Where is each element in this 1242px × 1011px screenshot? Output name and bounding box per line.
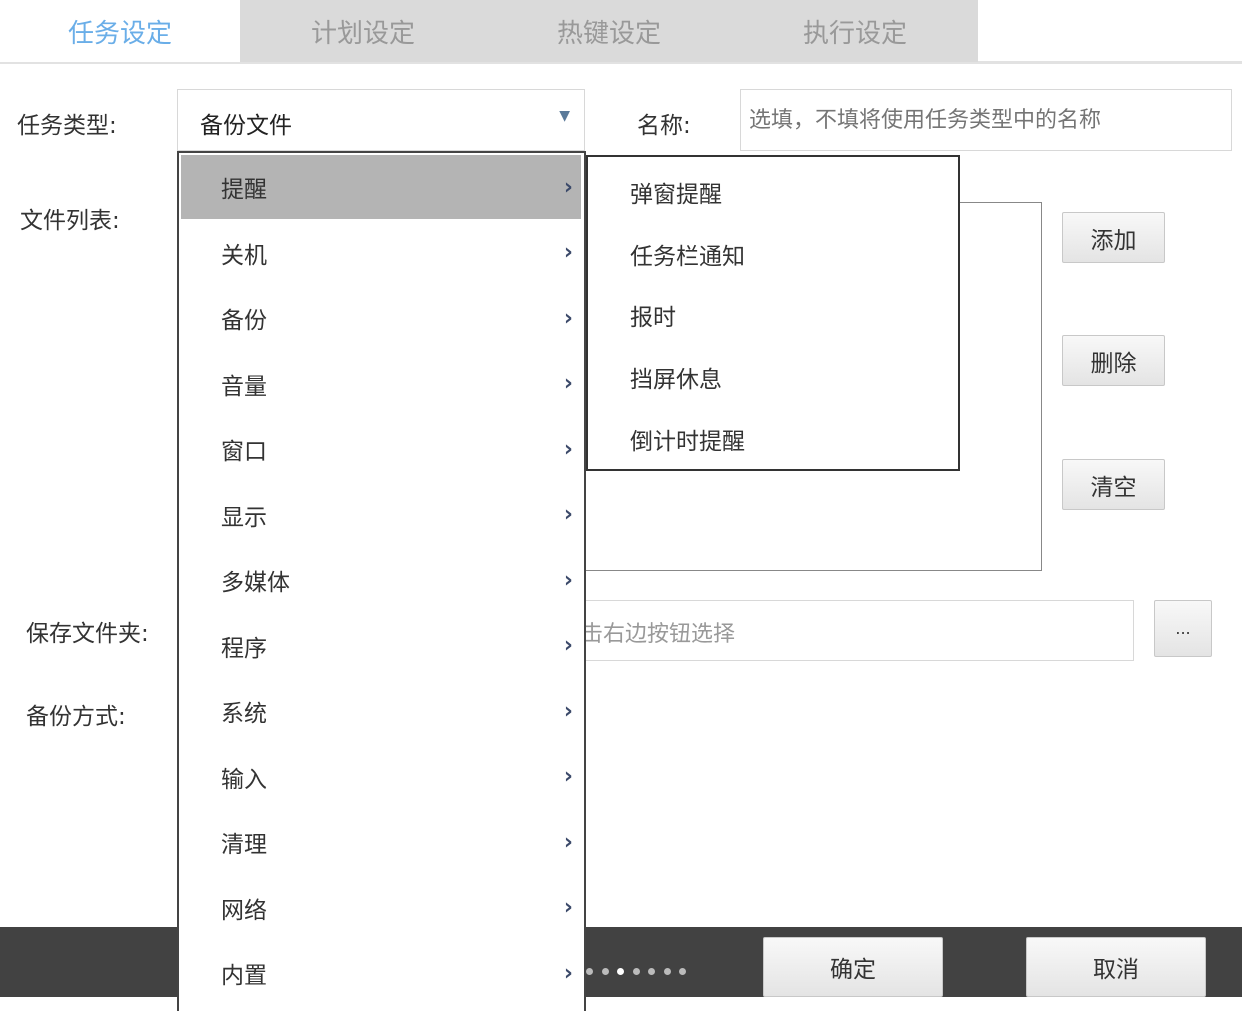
menu-item-label: 音量 <box>221 373 267 400</box>
menu-item-label: 关机 <box>221 242 267 269</box>
delete-button[interactable]: 删除 <box>1062 335 1165 386</box>
menu-item[interactable]: 显示 › <box>181 483 581 547</box>
chevron-right-icon: › <box>563 567 573 593</box>
page-dot[interactable] <box>586 968 593 975</box>
menu-item-label: 提醒 <box>221 177 267 203</box>
file-list-label: 文件列表: <box>20 208 120 234</box>
menu-item[interactable]: 清理 › <box>181 810 581 874</box>
backup-mode-label: 备份方式: <box>26 704 126 730</box>
chevron-right-icon: › <box>563 764 573 789</box>
clear-button[interactable]: 清空 <box>1062 459 1165 510</box>
submenu-item[interactable]: 倒计时提醒 <box>630 422 745 456</box>
menu-item[interactable]: 提醒 › <box>181 155 581 219</box>
menu-item-label: 备份 <box>221 308 267 334</box>
tab-hotkey-settings[interactable]: 热键设定 <box>486 0 732 62</box>
chevron-right-icon: › <box>563 960 573 986</box>
menu-item-label: 输入 <box>221 766 267 793</box>
save-folder-placeholder: 击右边按钮选择 <box>581 622 736 647</box>
menu-item[interactable]: 网络 › <box>181 876 581 940</box>
menu-item[interactable]: 备份 › <box>181 286 581 350</box>
ok-button[interactable]: 确定 <box>763 937 943 997</box>
menu-item-label: 程序 <box>221 635 267 662</box>
menu-item[interactable]: 输入 › <box>181 745 581 809</box>
tab-execution-settings[interactable]: 执行设定 <box>732 0 978 62</box>
task-type-select[interactable]: 备份文件 ▼ <box>177 89 585 151</box>
name-label: 名称: <box>637 113 691 139</box>
reminder-submenu: 弹窗提醒任务栏通知报时挡屏休息倒计时提醒 <box>586 155 960 471</box>
chevron-right-icon: › <box>563 436 573 462</box>
menu-item-label: 系统 <box>221 701 267 727</box>
menu-item[interactable]: 音量 › <box>181 352 581 416</box>
menu-item[interactable]: 内置 › <box>181 941 581 1005</box>
menu-item[interactable]: 窗口 › <box>181 417 581 481</box>
page-dot[interactable] <box>679 968 686 975</box>
cancel-button[interactable]: 取消 <box>1026 937 1206 997</box>
submenu-item[interactable]: 挡屏休息 <box>630 360 722 394</box>
add-button[interactable]: 添加 <box>1062 212 1165 263</box>
chevron-right-icon: › <box>563 174 573 200</box>
page-dot[interactable] <box>617 968 624 975</box>
page-dot[interactable] <box>648 968 655 975</box>
chevron-right-icon: › <box>563 502 573 527</box>
chevron-right-icon: › <box>563 829 573 855</box>
task-type-label: 任务类型: <box>17 113 117 139</box>
save-folder-label: 保存文件夹: <box>26 621 149 647</box>
submenu-item[interactable]: 任务栏通知 <box>630 237 745 271</box>
menu-item[interactable]: 多媒体 › <box>181 548 581 612</box>
menu-item[interactable]: 关机 › <box>181 221 581 285</box>
chevron-down-icon: ▼ <box>559 108 570 124</box>
name-input[interactable] <box>740 89 1232 151</box>
tab-plan-settings[interactable]: 计划设定 <box>240 0 486 62</box>
tab-task-settings[interactable]: 任务设定 <box>0 0 240 62</box>
menu-item-label: 清理 <box>221 832 267 858</box>
page-dot[interactable] <box>663 968 671 975</box>
chevron-right-icon: › <box>563 371 573 396</box>
task-type-value: 备份文件 <box>200 113 292 139</box>
submenu-item[interactable]: 报时 <box>630 298 676 332</box>
menu-item[interactable]: 程序 › <box>181 614 581 678</box>
page-dot[interactable] <box>632 968 640 975</box>
browse-button[interactable]: ... <box>1154 600 1212 657</box>
menu-item-label: 显示 <box>221 504 267 531</box>
menu-item-label: 窗口 <box>221 439 267 465</box>
chevron-right-icon: › <box>563 895 573 920</box>
tab-bar: 任务设定 计划设定 热键设定 执行设定 <box>0 0 1242 64</box>
chevron-right-icon: › <box>563 240 573 265</box>
chevron-right-icon: › <box>563 633 573 658</box>
page-dot[interactable] <box>601 968 609 975</box>
chevron-right-icon: › <box>563 698 573 724</box>
chevron-right-icon: › <box>563 305 573 331</box>
menu-item-label: 内置 <box>221 963 267 989</box>
task-type-menu: 提醒 › 关机 › 备份 › 音量 › 窗口 › 显示 › 多媒体 › 程序 › 系统 › 输入 › 清理 › 网络 › 内置 › <box>177 151 586 1011</box>
menu-item-label: 多媒体 <box>221 570 290 596</box>
menu-item[interactable]: 系统 › <box>181 679 581 743</box>
submenu-item[interactable]: 弹窗提醒 <box>630 175 722 209</box>
menu-item-label: 网络 <box>221 897 267 924</box>
